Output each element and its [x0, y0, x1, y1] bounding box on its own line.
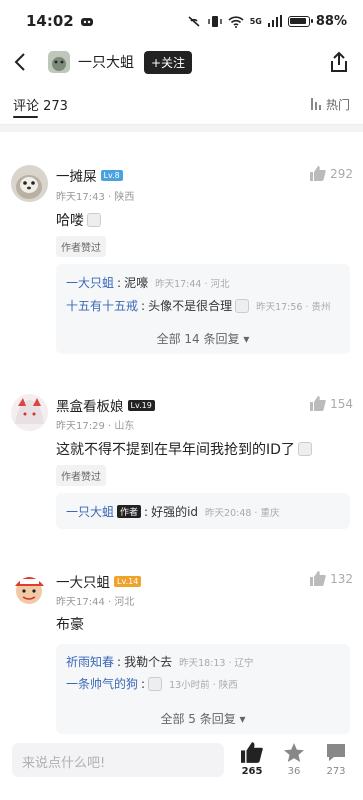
nfc-icon: [188, 15, 200, 27]
comment-tabs: 评论 273 热门: [0, 92, 363, 118]
reply-text: 好强的id: [151, 505, 199, 519]
robot-icon: [80, 18, 93, 26]
network-label: 5G: [249, 16, 262, 26]
vibrate-icon: [208, 15, 222, 27]
tab-comments[interactable]: 评论 273: [13, 95, 68, 114]
share-icon[interactable]: [329, 51, 349, 73]
view-all-replies-button[interactable]: 全部 14 条回复 ▾: [56, 330, 350, 347]
level-badge: Lv.19: [127, 399, 155, 411]
like-count: 154: [330, 396, 353, 411]
username[interactable]: 黑盒看板娘: [56, 395, 124, 415]
avatar[interactable]: [11, 165, 48, 202]
like-button[interactable]: 154: [310, 396, 353, 411]
author-liked-badge: 作者赞过: [56, 465, 106, 486]
comment-item: 一摊屎 Lv.8 昨天17:43 · 陕西 292 哈喽 作者赞过 一大只蛆: …: [0, 160, 363, 360]
reply-username[interactable]: 十五有十五戒: [66, 297, 138, 314]
signal-icon: [267, 15, 282, 27]
like-count: 132: [330, 571, 353, 586]
author-liked-badge: 作者赞过: [56, 236, 106, 257]
like-button[interactable]: 132: [310, 571, 353, 586]
status-bar: 14:02 5G 88%: [0, 0, 363, 42]
back-button[interactable]: [14, 52, 32, 72]
comment-text: 布豪: [56, 617, 84, 633]
post-like-count: 265: [241, 766, 263, 777]
thumbs-up-icon: [310, 571, 326, 586]
battery-icon: [287, 15, 313, 27]
comment-meta: 昨天17:44 · 河北: [56, 597, 135, 608]
chevron-down-icon: ▾: [243, 332, 250, 346]
username[interactable]: 一摊屎: [56, 165, 97, 185]
back-arrow-icon: [14, 53, 25, 71]
emoji-icon: [297, 442, 312, 456]
level-badge: Lv.8: [100, 169, 123, 181]
status-time: 14:02: [26, 12, 74, 30]
chevron-down-icon: ▾: [239, 712, 246, 726]
username[interactable]: 一大只蛆: [56, 571, 110, 591]
reply-box: 一只大蛆 作者: 好强的id 昨天20:48 · 重庆: [56, 493, 350, 529]
reply-username[interactable]: 一只大蛆: [66, 503, 114, 520]
battery-level: 88%: [315, 13, 347, 29]
comment-meta: 昨天17:43 · 陕西: [56, 192, 135, 203]
reply-text: 头像不是很合理: [148, 299, 233, 313]
comment-icon: [327, 744, 345, 761]
emoji-icon: [148, 676, 163, 691]
reply-item[interactable]: 祈雨知春: 我勒个去 昨天18:13 · 辽宁: [66, 653, 254, 670]
star-icon: [284, 743, 304, 762]
comment-meta: 昨天17:29 · 山东: [56, 421, 135, 432]
level-badge: Lv.14: [114, 575, 142, 587]
reply-text: 我勒个去: [124, 655, 173, 669]
comment-item: 一大只蛆 Lv.14 昨天17:44 · 河北 132 布豪 祈雨知春: 我勒个…: [0, 566, 363, 734]
sort-label: 热门: [325, 97, 350, 112]
reply-username[interactable]: 一大只蛆: [66, 274, 114, 291]
like-count: 292: [330, 166, 353, 181]
reply-meta: 昨天17:44 · 河北: [155, 278, 230, 290]
divider: [0, 124, 363, 132]
reply-username[interactable]: 一条帅气的狗: [66, 675, 138, 692]
comment-input[interactable]: 来说点什么吧!: [12, 743, 224, 777]
comment-count: 273: [326, 766, 346, 777]
sort-icon: [310, 98, 321, 110]
reply-username[interactable]: 祈雨知春: [66, 653, 114, 670]
thumbs-up-icon: [310, 396, 326, 411]
reply-item[interactable]: 一大只蛆: 泥嚎 昨天17:44 · 河北: [66, 274, 230, 291]
comment-text: 哈喽: [56, 213, 84, 229]
reply-text: 泥嚎: [124, 276, 149, 290]
favorite-button[interactable]: 36: [279, 742, 309, 777]
thumbs-up-icon: [310, 166, 326, 181]
reply-box: 祈雨知春: 我勒个去 昨天18:13 · 辽宁 一条帅气的狗: 13小时前 · …: [56, 644, 350, 734]
author-name[interactable]: 一只大蛆: [78, 52, 134, 72]
tab-underline: [13, 116, 38, 118]
avatar[interactable]: [11, 394, 48, 431]
bottom-action-bar: 来说点什么吧! 265 36 273: [0, 736, 363, 800]
emoji-icon: [235, 298, 250, 313]
emoji-icon: [87, 213, 101, 227]
favorite-count: 36: [287, 766, 301, 777]
comments-button[interactable]: 273: [321, 742, 351, 777]
reply-meta: 昨天20:48 · 重庆: [205, 507, 280, 519]
reply-item[interactable]: 一条帅气的狗: 13小时前 · 陕西: [66, 675, 238, 692]
comment-item: 黑盒看板娘 Lv.19 昨天17:29 · 山东 154 这就不得不提到在早年间…: [0, 392, 363, 542]
reply-meta: 13小时前 · 陕西: [169, 679, 238, 691]
reply-item[interactable]: 十五有十五戒: 头像不是很合理 昨天17:56 · 贵州: [66, 297, 331, 314]
avatar[interactable]: [11, 570, 48, 607]
wifi-icon: [228, 15, 244, 28]
author-tag: 作者: [117, 505, 142, 518]
like-button[interactable]: 292: [310, 166, 353, 181]
view-all-replies-label: 全部 5 条回复: [160, 712, 236, 726]
reply-meta: 昨天18:13 · 辽宁: [179, 657, 254, 669]
view-all-replies-button[interactable]: 全部 5 条回复 ▾: [56, 710, 350, 727]
like-post-button[interactable]: 265: [237, 742, 267, 777]
reply-box: 一大只蛆: 泥嚎 昨天17:44 · 河北 十五有十五戒: 头像不是很合理 昨天…: [56, 264, 350, 354]
view-all-replies-label: 全部 14 条回复: [156, 332, 240, 346]
thumbs-up-icon: [241, 742, 263, 763]
comment-text: 这就不得不提到在早年间我抢到的ID了: [56, 442, 295, 458]
nav-header: 一只大蛆 +关注: [0, 44, 363, 80]
sort-hot-button[interactable]: 热门: [310, 96, 350, 113]
reply-meta: 昨天17:56 · 贵州: [256, 301, 331, 313]
reply-item[interactable]: 一只大蛆 作者: 好强的id 昨天20:48 · 重庆: [66, 503, 279, 520]
follow-button[interactable]: +关注: [144, 50, 193, 74]
author-avatar[interactable]: [48, 51, 70, 73]
